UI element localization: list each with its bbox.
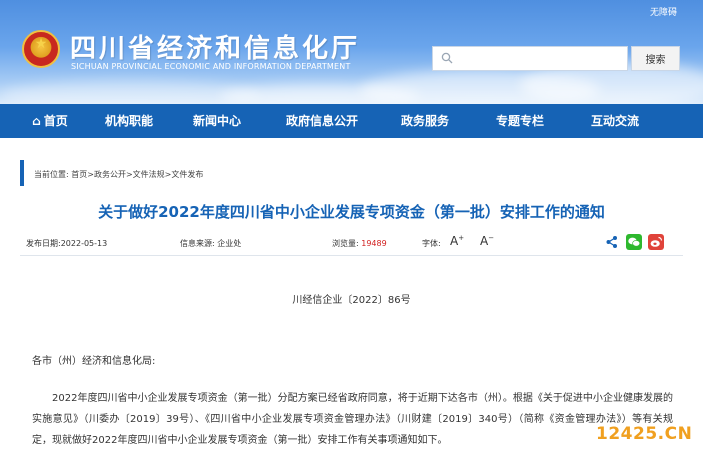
nav-item-home[interactable]: ⌂ 首页: [15, 104, 85, 138]
article-title: 关于做好2022年度四川省中小企业发展专项资金（第一批）安排工作的通知: [98, 203, 605, 221]
article-meta: 发布日期:2022-05-13 信息来源: 企业处 浏览量: 19489 字体:…: [0, 233, 703, 253]
document-number: 川经信企业〔2022〕86号: [292, 295, 411, 306]
nav-item-functions[interactable]: 机构职能: [85, 104, 173, 138]
breadcrumb-regulations[interactable]: 文件法规: [133, 170, 165, 179]
home-icon: ⌂: [32, 114, 41, 128]
search-icon: [441, 52, 453, 64]
nav-item-gov-info[interactable]: 政府信息公开: [261, 104, 383, 138]
breadcrumb-marker: [20, 160, 24, 186]
breadcrumb: 当前位置: 首页>政务公开>文件法规>文件发布: [34, 170, 204, 179]
site-subtitle: SICHUAN PROVINCIAL ECONOMIC AND INFORMAT…: [71, 62, 351, 71]
search-button[interactable]: 搜索: [631, 46, 680, 71]
breadcrumb-prefix: 当前位置:: [34, 170, 69, 179]
article-body-paragraph: 2022年度四川省中小企业发展专项资金（第一批）分配方案已经省政府同意，将于近期…: [32, 393, 673, 446]
main-nav: ⌂ 首页 机构职能 新闻中心 政府信息公开 政务服务 专题专栏 互动交流: [0, 104, 703, 138]
site-title[interactable]: 四川省经济和信息化厅: [70, 28, 360, 65]
share-icon[interactable]: [604, 234, 620, 250]
nav-item-topics[interactable]: 专题专栏: [467, 104, 573, 138]
meta-divider: [20, 255, 683, 256]
font-increase-button[interactable]: A+: [450, 234, 464, 248]
font-decrease-button[interactable]: A−: [480, 234, 494, 248]
breadcrumb-public[interactable]: 政务公开: [94, 170, 126, 179]
breadcrumb-releases[interactable]: 文件发布: [171, 170, 203, 179]
view-count: 浏览量: 19489: [332, 239, 387, 248]
national-emblem-icon: ★: [22, 30, 60, 68]
search-box[interactable]: [432, 46, 628, 71]
site-header: 无障碍 ★ 四川省经济和信息化厅 SICHUAN PROVINCIAL ECON…: [0, 0, 703, 104]
weibo-icon[interactable]: [648, 234, 664, 250]
publish-date: 发布日期:2022-05-13: [26, 239, 108, 248]
info-source: 信息来源: 企业处: [180, 239, 242, 248]
nav-item-services[interactable]: 政务服务: [383, 104, 467, 138]
nav-item-news[interactable]: 新闻中心: [173, 104, 261, 138]
nav-item-interaction[interactable]: 互动交流: [573, 104, 657, 138]
wechat-icon[interactable]: [626, 234, 642, 250]
watermark-logo: 12425.CN: [596, 424, 693, 444]
search-input[interactable]: [459, 49, 624, 68]
salutation: 各市（州）经济和信息化局:: [32, 356, 156, 367]
accessibility-link[interactable]: 无障碍: [650, 5, 677, 18]
header-cloud: [0, 80, 260, 104]
font-size-label: 字体:: [422, 239, 441, 248]
breadcrumb-home[interactable]: 首页: [71, 170, 87, 179]
